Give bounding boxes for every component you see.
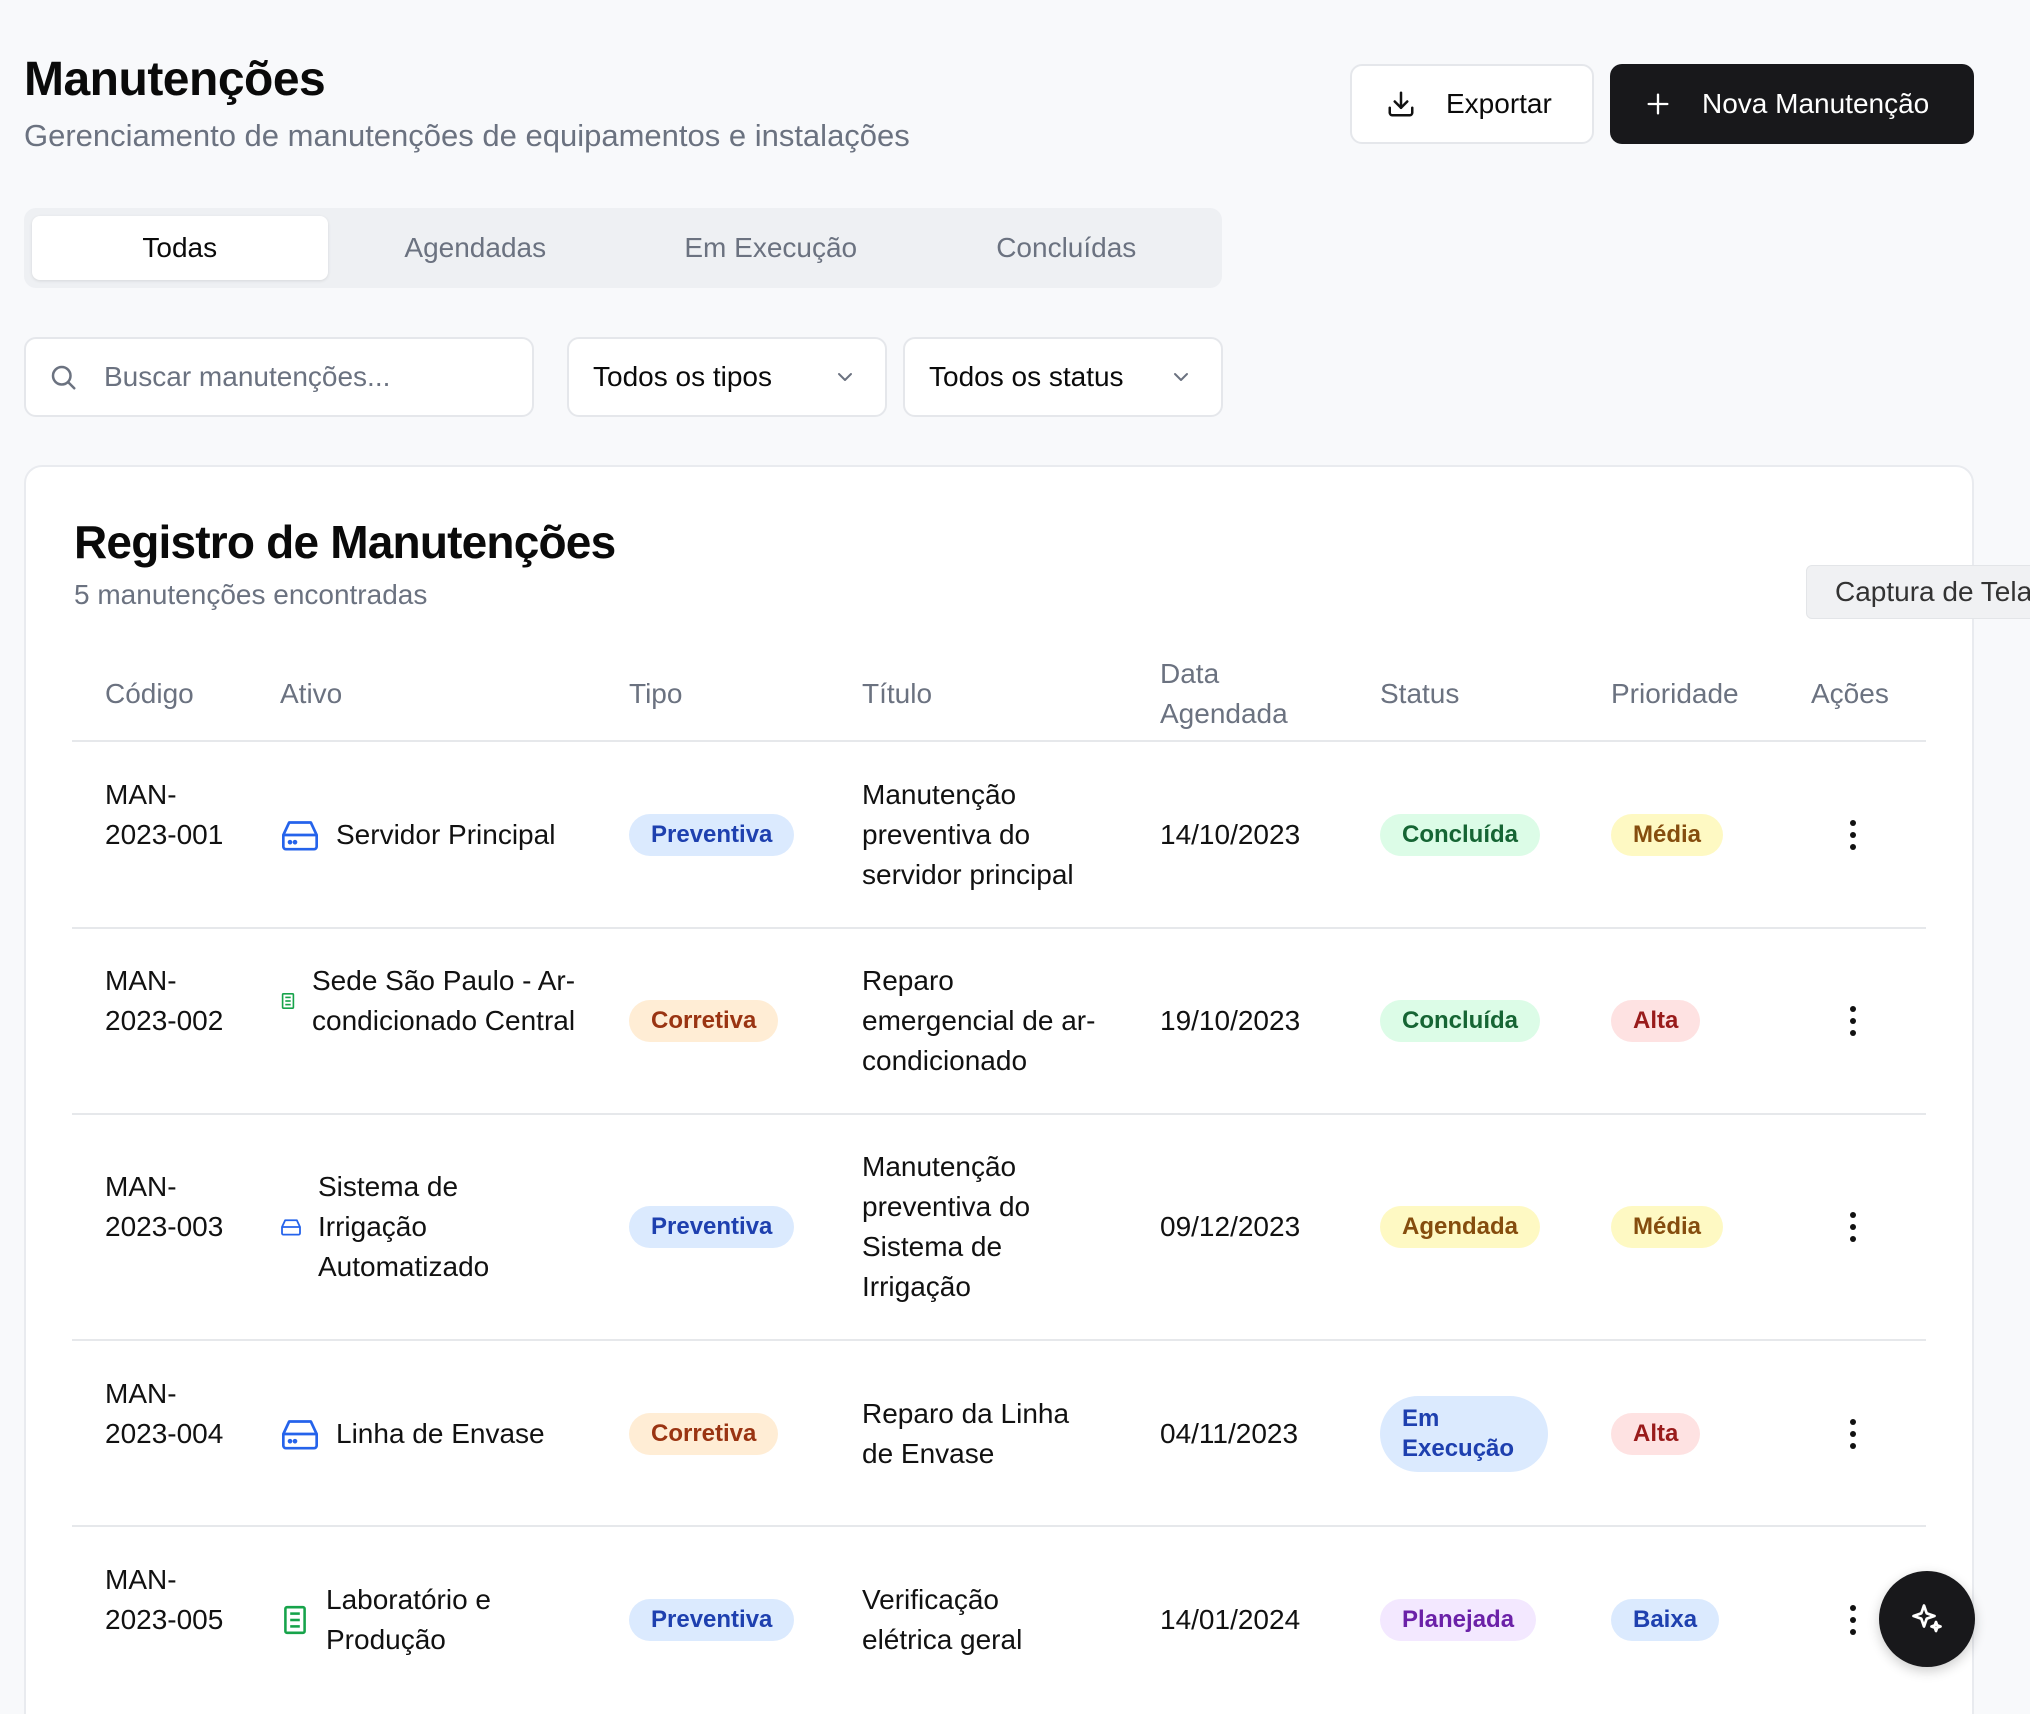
cell-code: MAN-2023-005 bbox=[105, 1564, 224, 1635]
cell-asset: Sistema de Irrigação Automatizado bbox=[280, 1167, 540, 1287]
cell-title: Verificação elétrica geral bbox=[862, 1584, 1023, 1655]
results-count: 5 manutenções encontradas bbox=[74, 579, 428, 610]
download-icon bbox=[1388, 91, 1414, 117]
column-header-asset: Ativo bbox=[280, 678, 343, 709]
building-icon bbox=[281, 992, 295, 1010]
status-badge: Agendada bbox=[1380, 1206, 1541, 1248]
cell-asset: Laboratório e Produção bbox=[280, 1580, 580, 1660]
cell-title: Reparo da Linha de Envase bbox=[862, 1398, 1070, 1469]
more-actions-icon[interactable] bbox=[1850, 1006, 1858, 1036]
tab-todas[interactable]: Todas bbox=[32, 216, 328, 280]
type-badge: Preventiva bbox=[629, 1599, 795, 1641]
page-title: Manutenções bbox=[24, 53, 326, 106]
asset-name: Sede São Paulo - Ar-condicionado Central bbox=[312, 965, 576, 1036]
type-select[interactable]: Todos os tipos bbox=[567, 337, 887, 417]
asset-name: Servidor Principal bbox=[336, 819, 556, 850]
column-header-code: Código bbox=[105, 678, 194, 709]
cell-date: 04/11/2023 bbox=[1160, 1418, 1299, 1449]
type-badge: Preventiva bbox=[629, 1206, 795, 1248]
priority-badge: Alta bbox=[1611, 1000, 1701, 1042]
cell-date: 14/10/2023 bbox=[1160, 819, 1301, 850]
cell-asset: Linha de Envase bbox=[280, 1414, 600, 1454]
export-label: Exportar bbox=[1446, 88, 1552, 119]
type-badge: Corretiva bbox=[629, 1000, 779, 1042]
asset-name: Linha de Envase bbox=[336, 1418, 545, 1449]
priority-badge: Alta bbox=[1611, 1413, 1701, 1455]
chevron-down-icon bbox=[1174, 373, 1188, 381]
priority-badge: Baixa bbox=[1611, 1599, 1720, 1641]
asset-name: Sistema de Irrigação Automatizado bbox=[318, 1171, 490, 1282]
cell-date: 09/12/2023 bbox=[1160, 1211, 1301, 1242]
more-actions-icon[interactable] bbox=[1850, 1605, 1858, 1635]
ai-assistant-button[interactable] bbox=[1879, 1571, 1975, 1667]
new-maintenance-label: Nova Manutenção bbox=[1702, 88, 1930, 119]
screenshot-tooltip: Captura de Tela bbox=[1806, 565, 2030, 619]
search-icon bbox=[51, 365, 76, 390]
priority-badge: Média bbox=[1611, 1206, 1724, 1248]
cell-title: Manutenção preventiva do Sistema de Irri… bbox=[862, 1151, 1031, 1302]
divider bbox=[72, 740, 1926, 742]
card-title: Registro de Manutenções bbox=[74, 516, 616, 568]
divider bbox=[72, 927, 1926, 929]
cell-asset: Sede São Paulo - Ar-condicionado Central bbox=[280, 961, 580, 1041]
cell-code: MAN-2023-002 bbox=[105, 965, 224, 1036]
more-actions-icon[interactable] bbox=[1850, 820, 1858, 850]
priority-badge: Média bbox=[1611, 814, 1724, 856]
column-header-status: Status bbox=[1380, 678, 1460, 709]
status-tabs: Todas Agendadas Em Execução Concluídas bbox=[24, 208, 1222, 288]
asset-name: Laboratório e Produção bbox=[326, 1584, 492, 1655]
cell-asset: Servidor Principal bbox=[280, 815, 600, 855]
tab-agendadas[interactable]: Agendadas bbox=[328, 216, 624, 280]
cell-date: 19/10/2023 bbox=[1160, 1005, 1301, 1036]
search-input[interactable] bbox=[104, 361, 484, 393]
page: Manutenções Gerenciamento de manutenções… bbox=[0, 0, 2030, 1714]
type-select-value: Todos os tipos bbox=[593, 361, 772, 392]
more-actions-icon[interactable] bbox=[1850, 1212, 1858, 1242]
chevron-down-icon bbox=[838, 373, 852, 381]
server-icon bbox=[282, 1420, 318, 1450]
server-icon bbox=[282, 821, 318, 851]
status-badge: Em Execução bbox=[1380, 1396, 1548, 1472]
divider bbox=[72, 1525, 1926, 1527]
status-badge: Concluída bbox=[1380, 814, 1541, 856]
column-header-date: Data Agendada bbox=[1160, 658, 1288, 729]
new-maintenance-button[interactable]: Nova Manutenção bbox=[1610, 64, 1974, 144]
column-header-type: Tipo bbox=[629, 678, 683, 709]
column-header-title: Título bbox=[862, 678, 933, 709]
sparkles-icon bbox=[1912, 1604, 1942, 1633]
column-header-priority: Prioridade bbox=[1611, 678, 1739, 709]
cell-code: MAN-2023-001 bbox=[105, 779, 224, 850]
server-icon bbox=[281, 1219, 301, 1236]
building-icon bbox=[284, 1605, 306, 1635]
status-badge: Concluída bbox=[1380, 1000, 1541, 1042]
page-subtitle: Gerenciamento de manutenções de equipame… bbox=[24, 118, 910, 153]
column-header-actions: Ações bbox=[1811, 678, 1889, 709]
status-badge: Planejada bbox=[1380, 1599, 1537, 1641]
type-badge: Corretiva bbox=[629, 1413, 779, 1455]
divider bbox=[72, 1339, 1926, 1341]
search-box[interactable] bbox=[24, 337, 534, 417]
type-badge: Preventiva bbox=[629, 814, 795, 856]
export-button[interactable]: Exportar bbox=[1350, 64, 1594, 144]
divider bbox=[72, 1113, 1926, 1115]
tab-em-execucao[interactable]: Em Execução bbox=[623, 216, 919, 280]
more-actions-icon[interactable] bbox=[1850, 1419, 1858, 1449]
cell-code: MAN-2023-004 bbox=[105, 1378, 224, 1449]
status-select-value: Todos os status bbox=[929, 361, 1124, 392]
cell-title: Manutenção preventiva do servidor princi… bbox=[862, 779, 1074, 890]
tab-concluidas[interactable]: Concluídas bbox=[919, 216, 1215, 280]
plus-icon bbox=[1647, 93, 1669, 115]
cell-code: MAN-2023-003 bbox=[105, 1171, 224, 1242]
status-select[interactable]: Todos os status bbox=[903, 337, 1223, 417]
cell-date: 14/01/2024 bbox=[1160, 1604, 1301, 1635]
cell-title: Reparo emergencial de ar-condicionado bbox=[862, 965, 1096, 1076]
